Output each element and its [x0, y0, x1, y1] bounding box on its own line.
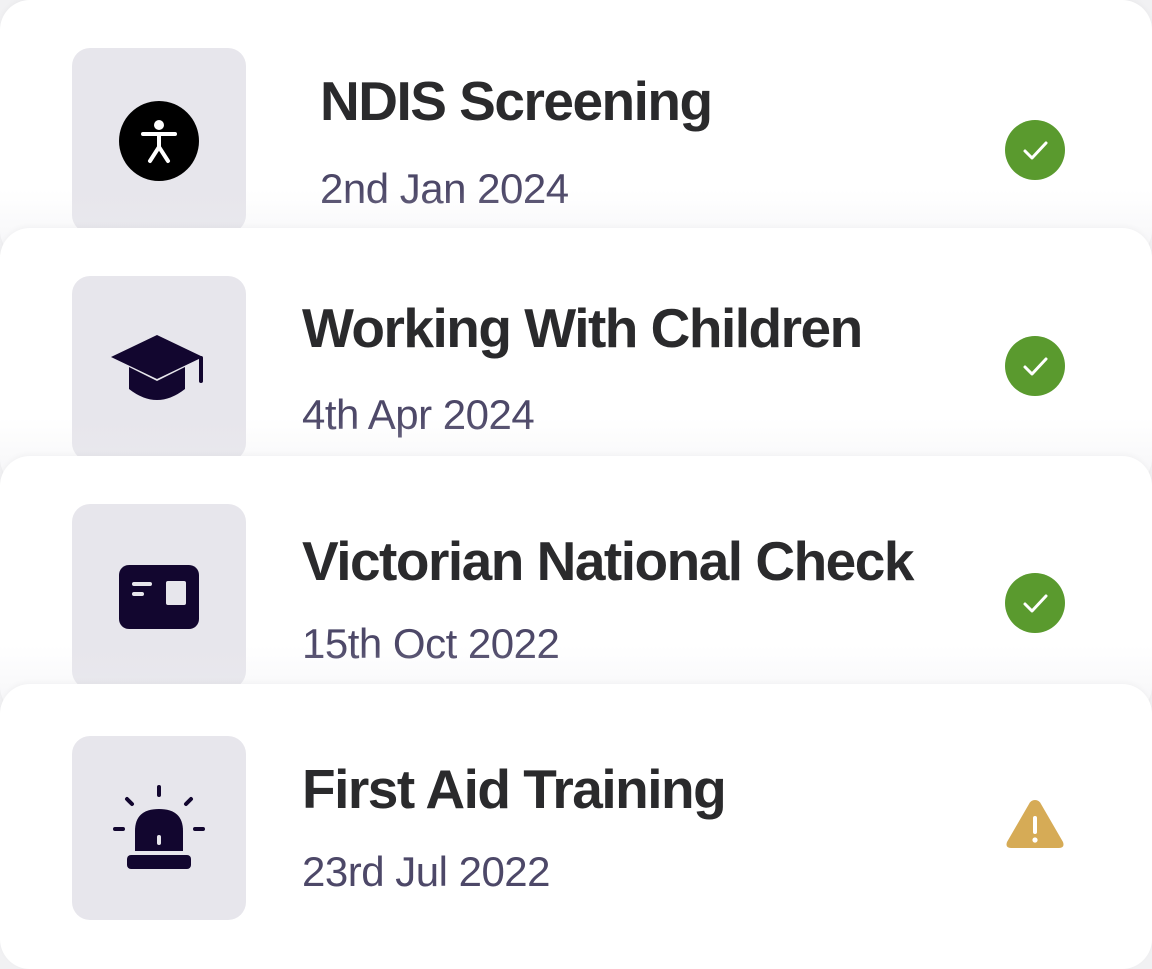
list-item-victorian-national-check[interactable]: Victorian National Check 15th Oct 2022	[0, 456, 1152, 716]
icon-tile	[72, 504, 246, 689]
icon-tile	[72, 48, 246, 233]
graduation-cap-icon	[111, 334, 203, 400]
item-title: First Aid Training	[302, 758, 727, 820]
item-date: 23rd Jul 2022	[302, 848, 551, 895]
accessibility-icon	[119, 100, 199, 181]
icon-tile	[72, 276, 246, 461]
check-circle-icon	[1005, 573, 1065, 633]
list-item-working-with-children[interactable]: Working With Children 4th Apr 2024	[0, 228, 1152, 488]
siren-icon	[113, 785, 205, 869]
check-circle-icon	[1005, 336, 1065, 396]
list-item-first-aid-training[interactable]: First Aid Training 23rd Jul 2022	[0, 684, 1152, 969]
credentials-list: NDIS Screening 2nd Jan 2024 Working With…	[0, 0, 1152, 969]
item-date: 4th Apr 2024	[302, 391, 535, 438]
item-date: 2nd Jan 2024	[320, 165, 569, 212]
item-title: Victorian National Check	[302, 530, 914, 592]
item-title: Working With Children	[302, 297, 863, 359]
icon-tile	[72, 736, 246, 920]
id-card-icon	[119, 564, 199, 629]
list-item-ndis-screening[interactable]: NDIS Screening 2nd Jan 2024	[0, 0, 1152, 260]
item-title: NDIS Screening	[320, 70, 713, 132]
item-date: 15th Oct 2022	[302, 620, 560, 667]
warning-icon	[1006, 800, 1064, 848]
check-circle-icon	[1005, 120, 1065, 180]
